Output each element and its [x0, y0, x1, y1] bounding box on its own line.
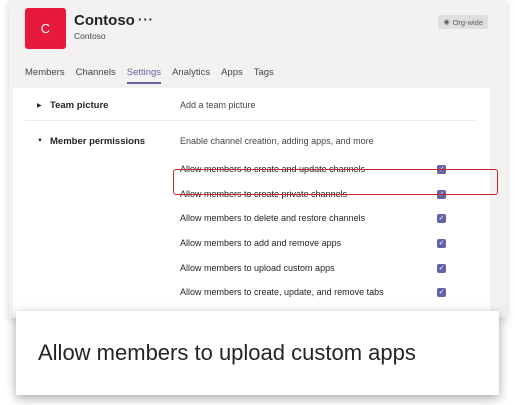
permission-row-upload-custom-apps: Allow members to upload custom apps ✓ — [180, 256, 470, 280]
teams-settings-window: C Contoso ··· Contoso ◉ Org-wide Members… — [9, 0, 506, 318]
more-options-icon[interactable]: ··· — [138, 12, 154, 27]
stage: C Contoso ··· Contoso ◉ Org-wide Members… — [0, 0, 515, 405]
permission-row: Allow members to add and remove apps ✓ — [180, 231, 470, 255]
permission-label: Allow members to upload custom apps — [180, 263, 335, 273]
permission-checkbox[interactable]: ✓ — [437, 287, 446, 297]
eye-icon: ◉ — [443, 19, 450, 26]
section-member-permissions: ▼ Member permissions Enable channel crea… — [13, 126, 490, 156]
member-permissions-toggle[interactable]: ▼ Member permissions — [37, 136, 145, 147]
permission-label: Allow members to add and remove apps — [180, 238, 342, 248]
team-picture-title: Team picture — [50, 99, 109, 111]
section-team-picture: ▶ Team picture Add a team picture — [13, 90, 490, 120]
highlight-box — [173, 169, 498, 195]
tab-tags[interactable]: Tags — [254, 66, 274, 84]
org-wide-badge: ◉ Org-wide — [438, 15, 488, 29]
settings-card: ▶ Team picture Add a team picture ▼ Memb… — [13, 88, 490, 318]
tab-members[interactable]: Members — [25, 66, 65, 84]
permission-label: Allow members to delete and restore chan… — [180, 213, 366, 223]
tab-bar: Members Channels Settings Analytics Apps… — [25, 66, 274, 84]
callout-caption: Allow members to upload custom apps — [16, 311, 499, 395]
permission-row: Allow members to create, update, and rem… — [180, 280, 470, 304]
permission-label: Allow members to create, update, and rem… — [180, 287, 384, 297]
divider — [25, 120, 478, 121]
team-picture-toggle[interactable]: ▶ Team picture — [37, 100, 108, 111]
tab-apps[interactable]: Apps — [221, 66, 243, 84]
upload-custom-apps-checkbox[interactable]: ✓ — [437, 263, 446, 273]
team-picture-desc: Add a team picture — [180, 100, 256, 110]
tab-analytics[interactable]: Analytics — [172, 66, 210, 84]
member-permissions-title: Member permissions — [50, 135, 146, 147]
chevron-down-icon: ▼ — [37, 138, 43, 144]
team-name: Contoso — [74, 12, 135, 29]
team-avatar: C — [25, 8, 66, 49]
team-subtitle: Contoso — [74, 31, 106, 41]
permission-checkbox[interactable]: ✓ — [437, 238, 446, 248]
org-wide-label: Org-wide — [452, 17, 483, 27]
chevron-right-icon: ▶ — [37, 102, 42, 109]
tab-settings[interactable]: Settings — [126, 66, 162, 84]
tab-channels[interactable]: Channels — [76, 66, 116, 84]
permission-row: Allow members to delete and restore chan… — [180, 206, 470, 230]
permission-checkbox[interactable]: ✓ — [437, 213, 446, 223]
member-permissions-desc: Enable channel creation, adding apps, an… — [180, 136, 374, 146]
